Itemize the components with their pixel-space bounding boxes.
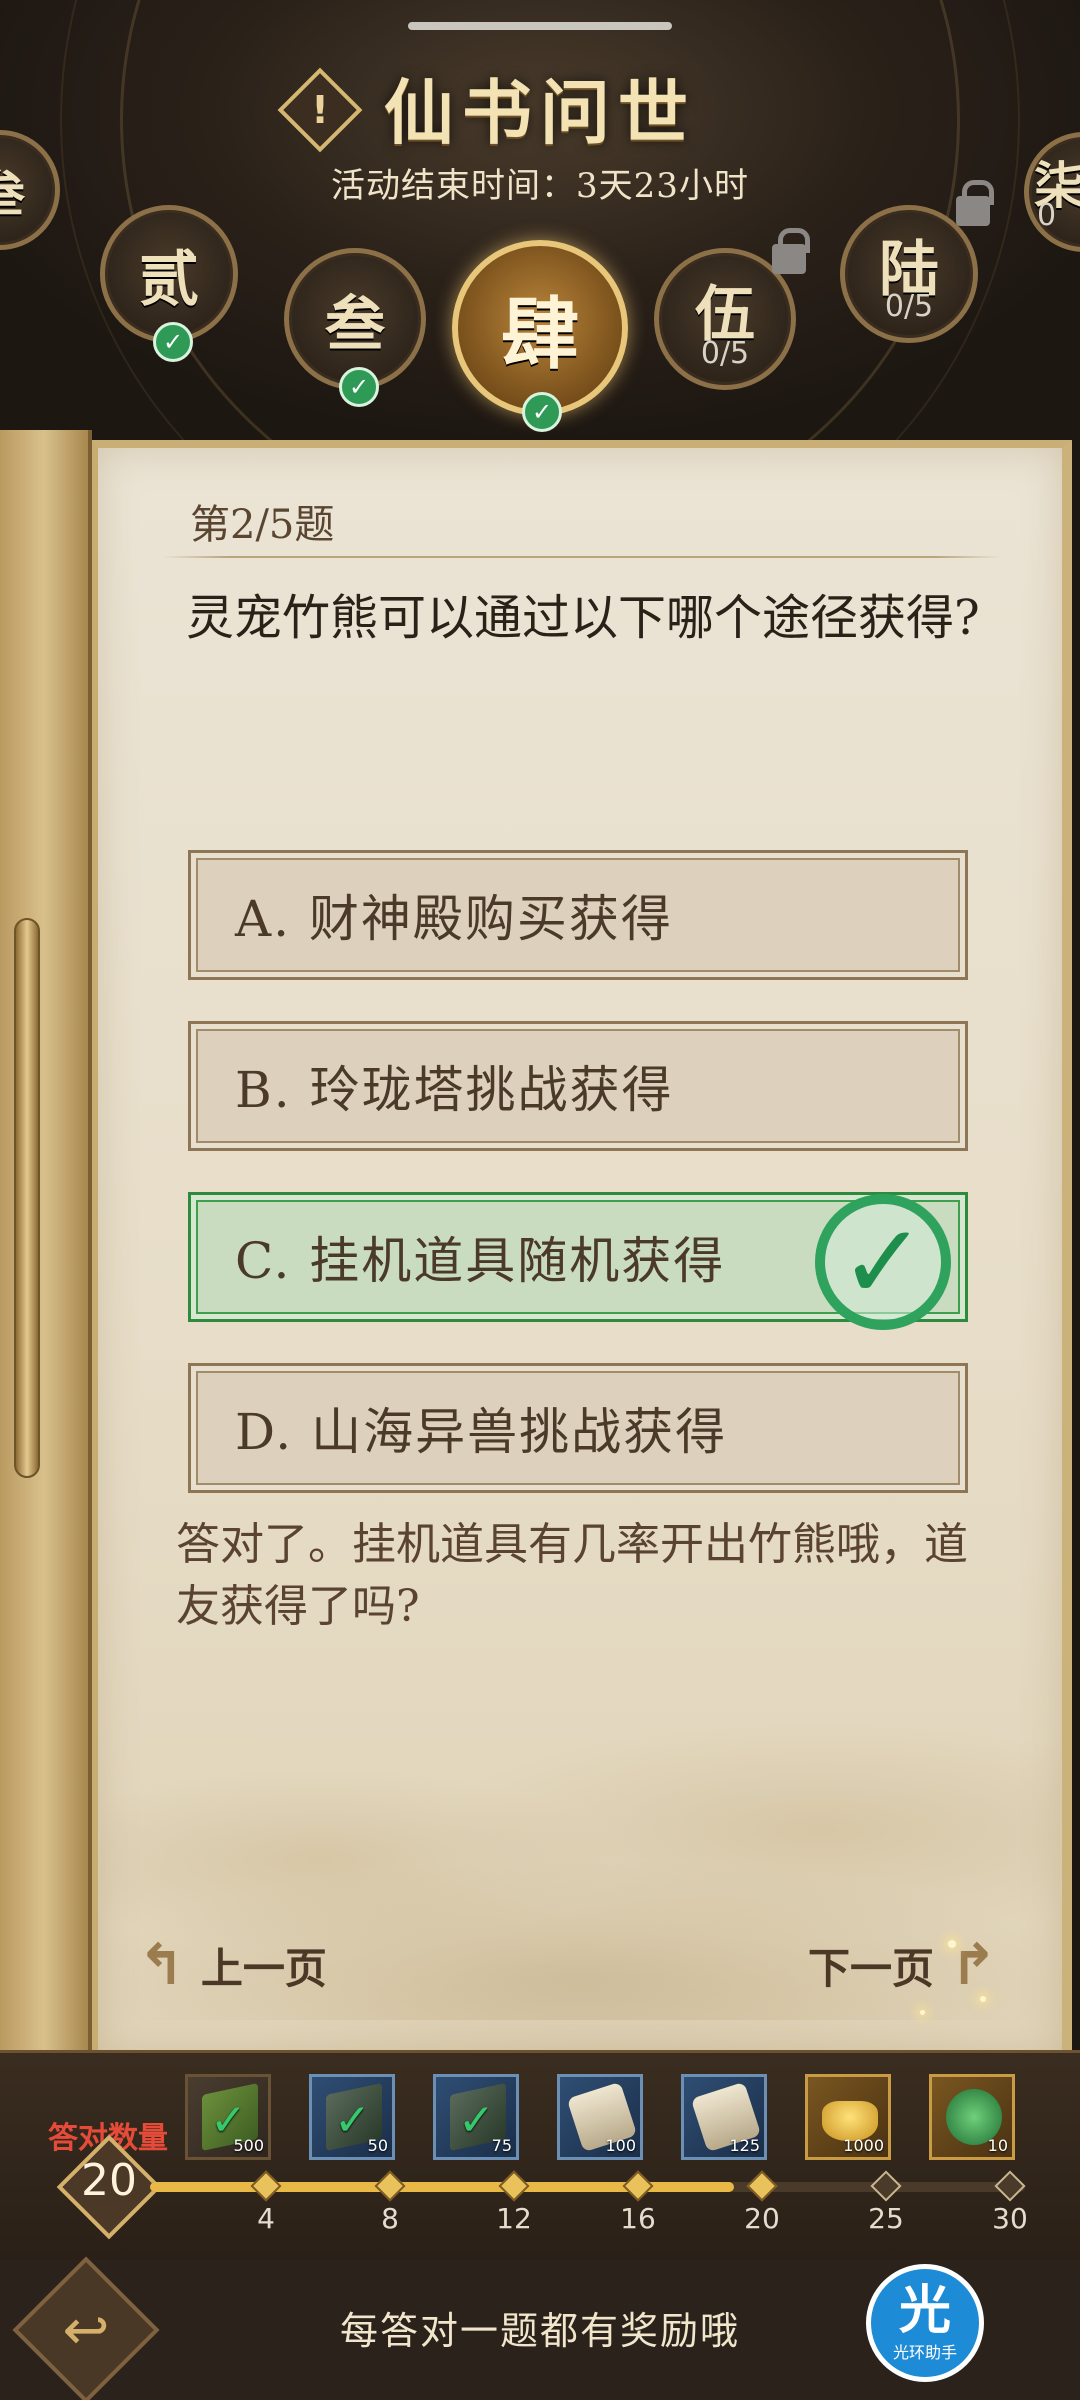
- option-d[interactable]: D. 山海异兽挑战获得: [188, 1363, 968, 1493]
- completed-check-icon: ✓: [153, 322, 193, 362]
- question-text: 灵宠竹熊可以通过以下哪个途径获得?: [186, 590, 980, 646]
- reward-item[interactable]: ✓ 50: [309, 2074, 395, 2160]
- forward-arrow-icon: ↱: [950, 1932, 997, 1998]
- chapter-progress: 0/5: [700, 336, 750, 371]
- reward-item[interactable]: 100: [557, 2074, 643, 2160]
- reward-item[interactable]: ✓ 75: [433, 2074, 519, 2160]
- gold-ingot-icon: [822, 2101, 878, 2141]
- reward-item[interactable]: 125: [681, 2074, 767, 2160]
- chapter-progress: 0: [1037, 198, 1057, 233]
- sparkle: [948, 1940, 956, 1948]
- option-label: A. 财神殿购买获得: [235, 890, 673, 948]
- prev-page-button[interactable]: ↰ 上一页: [138, 1930, 327, 2000]
- milestone-label: 8: [381, 2202, 399, 2235]
- milestone-label: 4: [257, 2202, 275, 2235]
- back-arrow-icon: ↰: [138, 1932, 185, 1998]
- reward-item[interactable]: 1000: [805, 2074, 891, 2160]
- divider: [162, 556, 1002, 558]
- chapter-6[interactable]: 陆 0/5: [840, 205, 978, 343]
- home-indicator: [408, 22, 672, 30]
- chapter-3[interactable]: 叁 ✓: [284, 248, 426, 407]
- option-label: B. 玲珑塔挑战获得: [235, 1061, 674, 1119]
- option-label: D. 山海异兽挑战获得: [235, 1403, 728, 1461]
- lock-icon: [772, 228, 810, 274]
- reward-item[interactable]: ✓ 500: [185, 2074, 271, 2160]
- sparkle: [920, 2010, 925, 2015]
- chapter-progress: 0/5: [884, 289, 934, 324]
- scroll-rod: [14, 918, 40, 1478]
- option-b[interactable]: B. 玲珑塔挑战获得: [188, 1021, 968, 1151]
- answer-feedback: 答对了。挂机道具有几率开出竹熊哦，道友获得了吗?: [176, 1519, 968, 1632]
- question-number: 第2/5题: [190, 502, 335, 548]
- reward-quantity: 50: [367, 2136, 388, 2155]
- chapter-2[interactable]: 贰 ✓: [100, 205, 238, 362]
- reward-quantity: 75: [491, 2136, 512, 2155]
- milestone-label: 20: [744, 2202, 780, 2235]
- game-screen: ! 仙书问世 活动结束时间：3天23小时 叁 贰 ✓ 叁 ✓ 肆 ✓ 伍 0/5…: [0, 0, 1080, 2400]
- prev-page-label: 上一页: [200, 1943, 327, 1993]
- next-page-label: 下一页: [808, 1943, 935, 1993]
- milestone-label: 25: [868, 2202, 904, 2235]
- milestone-label: 12: [496, 2202, 532, 2235]
- completed-check-icon: ✓: [339, 367, 379, 407]
- reward-quantity: 1000: [843, 2136, 884, 2155]
- claimed-check-icon: ✓: [458, 2095, 495, 2146]
- sparkle: [980, 1996, 986, 2002]
- milestone-label: 16: [620, 2202, 656, 2235]
- helper-app-badge[interactable]: 光 光环助手: [866, 2264, 984, 2382]
- event-timer: 活动结束时间：3天23小时: [331, 166, 749, 206]
- reward-item[interactable]: 10: [929, 2074, 1015, 2160]
- reward-quantity: 125: [729, 2136, 760, 2155]
- completed-check-icon: ✓: [522, 392, 562, 432]
- chapter-4-active[interactable]: 肆 ✓: [452, 240, 628, 432]
- reward-quantity: 10: [987, 2136, 1008, 2155]
- lock-icon: [956, 180, 994, 226]
- answered-count-value: 20: [81, 2155, 137, 2206]
- helper-badge-glyph: 光: [898, 2281, 951, 2341]
- option-a[interactable]: A. 财神殿购买获得: [188, 850, 968, 980]
- option-label: C. 挂机道具随机获得: [235, 1232, 726, 1290]
- correct-check-icon: ✓: [815, 1194, 951, 1330]
- page-title: 仙书问世: [384, 70, 696, 154]
- helper-badge-label: 光环助手: [892, 2343, 957, 2362]
- claimed-check-icon: ✓: [334, 2095, 371, 2146]
- next-page-button[interactable]: 下一页 ↱: [808, 1930, 997, 2000]
- reward-quantity: 500: [233, 2136, 264, 2155]
- milestone-label: 30: [992, 2202, 1028, 2235]
- reward-quantity: 100: [605, 2136, 636, 2155]
